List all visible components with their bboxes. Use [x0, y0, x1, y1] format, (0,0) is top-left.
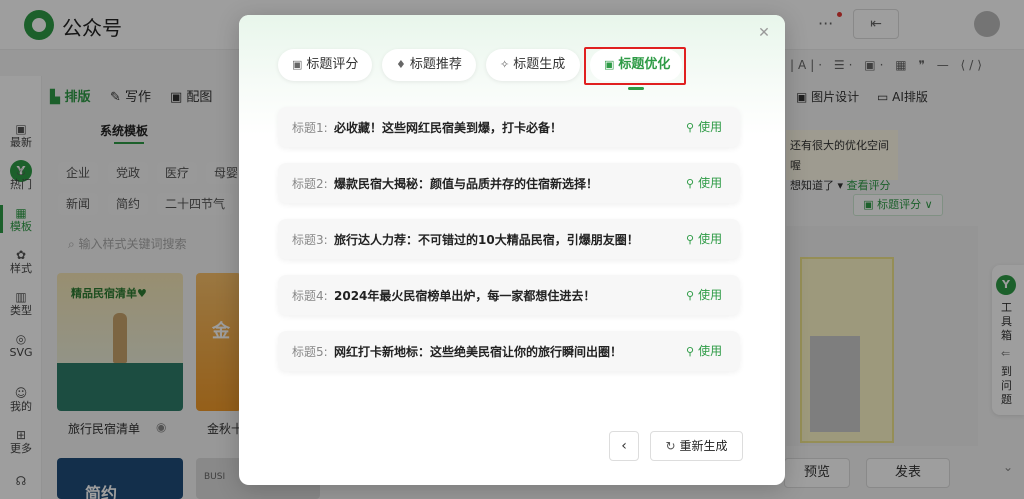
title-text: 旅行达人力荐：不可错过的10大精品民宿，引爆朋友圈！ [334, 233, 639, 247]
back-button[interactable]: ‹ [609, 431, 639, 461]
tab-title-score[interactable]: ▣ 标题评分 [278, 49, 372, 81]
close-icon[interactable]: ✕ [756, 25, 772, 41]
title-index: 标题1: [292, 121, 328, 135]
use-title-button[interactable]: ⚲ 使用 [686, 286, 722, 303]
title-index: 标题5: [292, 345, 328, 359]
tab-title-optimize[interactable]: ▣ 标题优化 [590, 49, 682, 81]
title-text: 网红打卡新地标：这些绝美民宿让你的旅行瞬间出圈！ [334, 345, 623, 359]
tab-title-recommend[interactable]: ♦ 标题推荐 [382, 49, 476, 81]
tab-title-generate[interactable]: ✧ 标题生成 [486, 49, 580, 81]
sparkle-icon: ✧ [500, 58, 510, 71]
use-title-button[interactable]: ⚲ 使用 [686, 230, 722, 247]
title-text: 2024年最火民宿榜单出炉，每一家都想住进去！ [334, 289, 596, 303]
use-title-button[interactable]: ⚲ 使用 [686, 174, 722, 191]
title-option-row: 标题5: 网红打卡新地标：这些绝美民宿让你的旅行瞬间出圈！ ⚲ 使用 [278, 331, 740, 371]
title-index: 标题2: [292, 177, 328, 191]
optimize-icon: ▣ [604, 58, 615, 71]
title-option-row: 标题1: 必收藏！这些网红民宿美到爆，打卡必备！ ⚲ 使用 [278, 107, 740, 147]
title-text: 爆款民宿大揭秘：颜值与品质并存的住宿新选择！ [334, 177, 599, 191]
pin-icon: ⚲ [686, 121, 695, 134]
title-index: 标题3: [292, 233, 328, 247]
title-index: 标题4: [292, 289, 328, 303]
pin-icon: ⚲ [686, 233, 695, 246]
title-option-row: 标题4: 2024年最火民宿榜单出炉，每一家都想住进去！ ⚲ 使用 [278, 275, 740, 315]
active-tab-underline [628, 87, 644, 90]
pin-icon: ⚲ [686, 289, 695, 302]
title-option-row: 标题2: 爆款民宿大揭秘：颜值与品质并存的住宿新选择！ ⚲ 使用 [278, 163, 740, 203]
refresh-icon: ↻ [665, 439, 676, 453]
use-title-button[interactable]: ⚲ 使用 [686, 342, 722, 359]
score-icon: ▣ [292, 58, 303, 71]
title-text: 必收藏！这些网红民宿美到爆，打卡必备！ [334, 121, 563, 135]
title-assistant-modal: ✕ ▣ 标题评分 ♦ 标题推荐 ✧ 标题生成 ▣ 标题优化 标题1: 必收藏！这些网红民… [239, 15, 785, 485]
pin-icon: ⚲ [686, 345, 695, 358]
use-title-button[interactable]: ⚲ 使用 [686, 118, 722, 135]
pin-icon: ⚲ [686, 177, 695, 190]
regenerate-button[interactable]: ↻ 重新生成 [650, 431, 743, 461]
title-option-row: 标题3: 旅行达人力荐：不可错过的10大精品民宿，引爆朋友圈！ ⚲ 使用 [278, 219, 740, 259]
thumbs-up-icon: ♦ [396, 58, 406, 71]
